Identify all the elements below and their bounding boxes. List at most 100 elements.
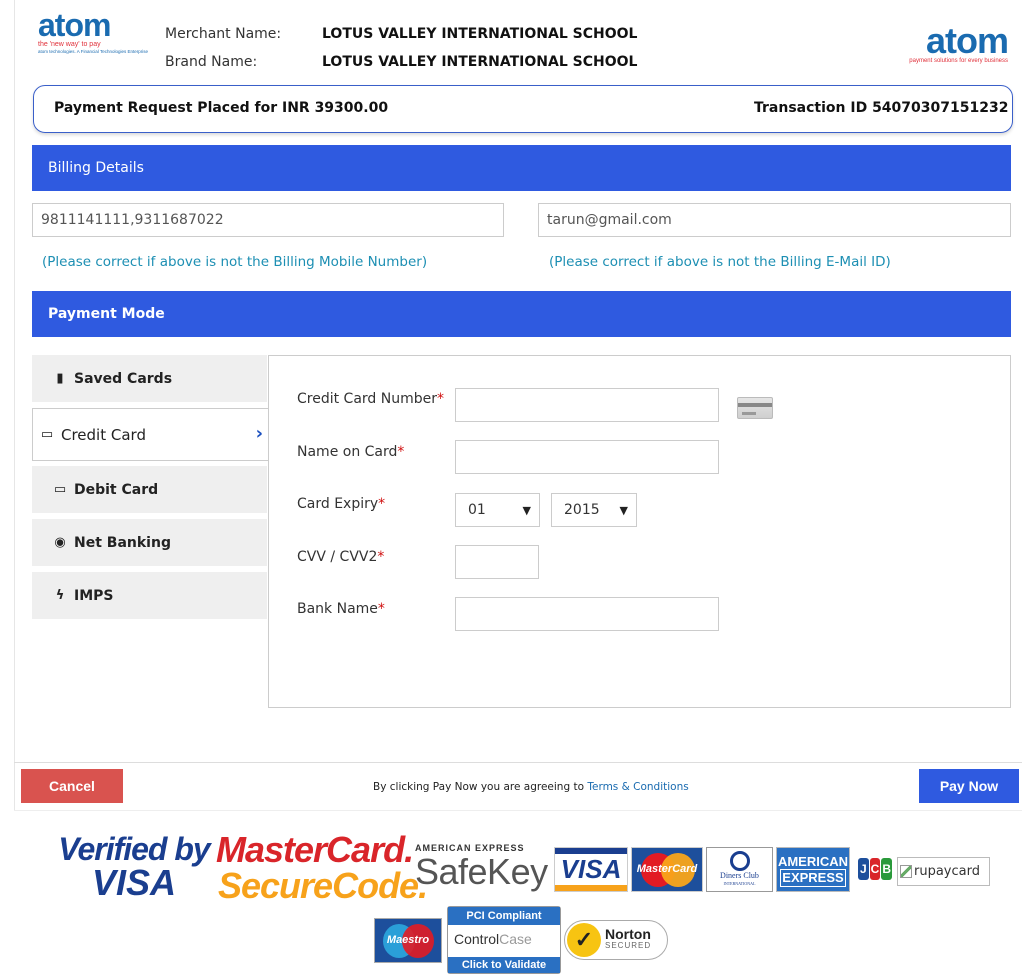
mc-line1: MasterCard. — [216, 829, 414, 870]
cvv-label-text: CVV / CVV2 — [297, 549, 378, 565]
checkmark-icon: ✓ — [567, 923, 601, 957]
pci-control-text: Control — [454, 931, 500, 947]
terms-agreement: By clicking Pay Now you are agreeing to … — [373, 781, 689, 793]
footer-divider-bottom — [14, 810, 1022, 811]
jcb-c: C — [869, 858, 881, 880]
pci-top-text: PCI Compliant — [448, 907, 560, 925]
mastercard-securecode-badge: MasterCard. SecureCode. — [216, 829, 428, 906]
norton-subtitle: SECURED — [605, 941, 652, 950]
amex-line2: EXPRESS — [780, 869, 846, 887]
atom-logo-right-wordmark: atom — [925, 20, 1009, 61]
pci-controlcase: ControlCase — [448, 925, 560, 957]
dropdown-arrow-icon: ▼ — [522, 503, 531, 517]
american-express-logo: AMERICAN EXPRESS — [776, 847, 850, 892]
name-on-card-label-text: Name on Card — [297, 444, 398, 460]
atom-logo-small: atom the 'new way' to pay atom technolog… — [38, 7, 158, 54]
amex-line1: AMERICAN — [777, 854, 849, 869]
credit-card-icon — [737, 397, 773, 419]
tab-saved-cards[interactable]: ▮ Saved Cards — [32, 355, 267, 402]
bookmark-icon: ▮ — [56, 371, 64, 386]
terms-link[interactable]: Terms & Conditions — [587, 781, 688, 793]
billing-email-hint: (Please correct if above is not the Bill… — [549, 254, 891, 270]
bolt-icon: ϟ — [55, 588, 65, 603]
cvv-label: CVV / CVV2* — [297, 549, 384, 565]
pci-compliant-badge[interactable]: PCI Compliant ControlCase Click to Valid… — [447, 906, 561, 974]
pci-case-text: Case — [499, 931, 532, 947]
tab-net-banking[interactable]: ◉ Net Banking — [32, 519, 267, 566]
brand-name-label: Brand Name: — [165, 54, 258, 70]
rupay-alt-text: rupaycard — [914, 864, 980, 879]
payment-mode-header: Payment Mode — [32, 291, 1011, 337]
atom-logo-wordmark: atom — [38, 7, 111, 43]
tab-imps[interactable]: ϟ IMPS — [32, 572, 267, 619]
vbv-line2: VISA — [91, 862, 177, 903]
mc-line2: SecureCode. — [218, 865, 428, 906]
globe-icon: ◉ — [54, 535, 66, 550]
brand-name-value: LOTUS VALLEY INTERNATIONAL SCHOOL — [322, 54, 638, 70]
norton-title: Norton — [605, 926, 651, 942]
jcb-b: B — [881, 858, 893, 880]
bank-name-label: Bank Name* — [297, 601, 385, 617]
cancel-button[interactable]: Cancel — [21, 769, 123, 803]
billing-mobile-input[interactable] — [32, 203, 504, 237]
maestro-logo: Maestro — [374, 918, 442, 963]
card-number-label-text: Credit Card Number — [297, 391, 437, 407]
tab-saved-cards-label: Saved Cards — [74, 370, 173, 387]
tab-credit-card-label: Credit Card — [61, 425, 146, 444]
required-mark: * — [437, 391, 444, 407]
expiry-year-value: 2015 — [564, 502, 600, 518]
terms-agreement-text: By clicking Pay Now you are agreeing to — [373, 781, 588, 793]
dropdown-arrow-icon: ▼ — [619, 503, 628, 517]
atom-logo-right: atom payment solutions for every busines… — [908, 20, 1009, 65]
billing-details-header: Billing Details — [32, 145, 1011, 191]
bank-name-label-text: Bank Name — [297, 601, 378, 617]
name-on-card-label: Name on Card* — [297, 444, 404, 460]
bank-name-input[interactable] — [455, 597, 719, 631]
jcb-logo: J C B — [858, 858, 893, 880]
pay-now-button[interactable]: Pay Now — [919, 769, 1019, 803]
diners-club-logo: Diners Club INTERNATIONAL — [706, 847, 773, 892]
norton-text: Norton SECURED — [605, 926, 652, 952]
atom-logo-right-tagline: payment solutions for every business — [909, 58, 1008, 64]
name-on-card-input[interactable] — [455, 440, 719, 474]
mastercard-logo-text: MasterCard — [636, 863, 698, 875]
rupay-logo-broken-image: rupaycard — [897, 857, 990, 886]
billing-email-input[interactable] — [538, 203, 1011, 237]
amex-safekey-badge: AMERICAN EXPRESS SafeKey — [415, 843, 550, 891]
atom-logo-tagline: the 'new way' to pay — [38, 41, 101, 48]
pci-validate-link[interactable]: Click to Validate — [448, 957, 560, 973]
cvv-input[interactable] — [455, 545, 539, 579]
page-left-border — [14, 0, 15, 810]
merchant-name-label: Merchant Name: — [165, 26, 282, 42]
footer-divider — [14, 762, 1022, 763]
billing-mobile-hint: (Please correct if above is not the Bill… — [42, 254, 428, 270]
merchant-name-value: LOTUS VALLEY INTERNATIONAL SCHOOL — [322, 26, 638, 42]
card-number-input[interactable] — [455, 388, 719, 422]
vbv-line1: Verified by — [58, 831, 210, 867]
transaction-id: Transaction ID 54070307151232 — [754, 100, 1009, 116]
safekey-line2: SafeKey — [415, 851, 548, 892]
expiry-month-select[interactable]: 01 ▼ — [455, 493, 540, 527]
tab-debit-card-label: Debit Card — [74, 481, 159, 498]
credit-card-icon: ▭ — [53, 482, 67, 497]
jcb-j: J — [858, 858, 869, 880]
required-mark: * — [377, 601, 385, 617]
card-number-label: Credit Card Number* — [297, 391, 444, 407]
required-mark: * — [378, 496, 386, 512]
tab-imps-label: IMPS — [74, 587, 114, 604]
required-mark: * — [397, 444, 405, 460]
mastercard-logo: MasterCard — [631, 847, 703, 892]
diners-line1: Diners Club — [720, 871, 759, 880]
maestro-logo-text: Maestro — [386, 934, 430, 946]
visa-logo: VISA — [554, 847, 628, 892]
tab-credit-card[interactable]: ▭ Credit Card › — [32, 408, 269, 461]
card-expiry-label: Card Expiry* — [297, 496, 385, 512]
tab-net-banking-label: Net Banking — [74, 534, 171, 551]
expiry-year-select[interactable]: 2015 ▼ — [551, 493, 637, 527]
card-expiry-label-text: Card Expiry — [297, 496, 379, 512]
diners-line2: INTERNATIONAL — [723, 881, 756, 886]
tab-debit-card[interactable]: ▭ Debit Card — [32, 466, 267, 513]
verified-by-visa-badge: Verified by VISA — [56, 831, 212, 903]
norton-secured-badge: ✓ Norton SECURED — [564, 920, 668, 960]
broken-image-icon — [900, 865, 912, 878]
